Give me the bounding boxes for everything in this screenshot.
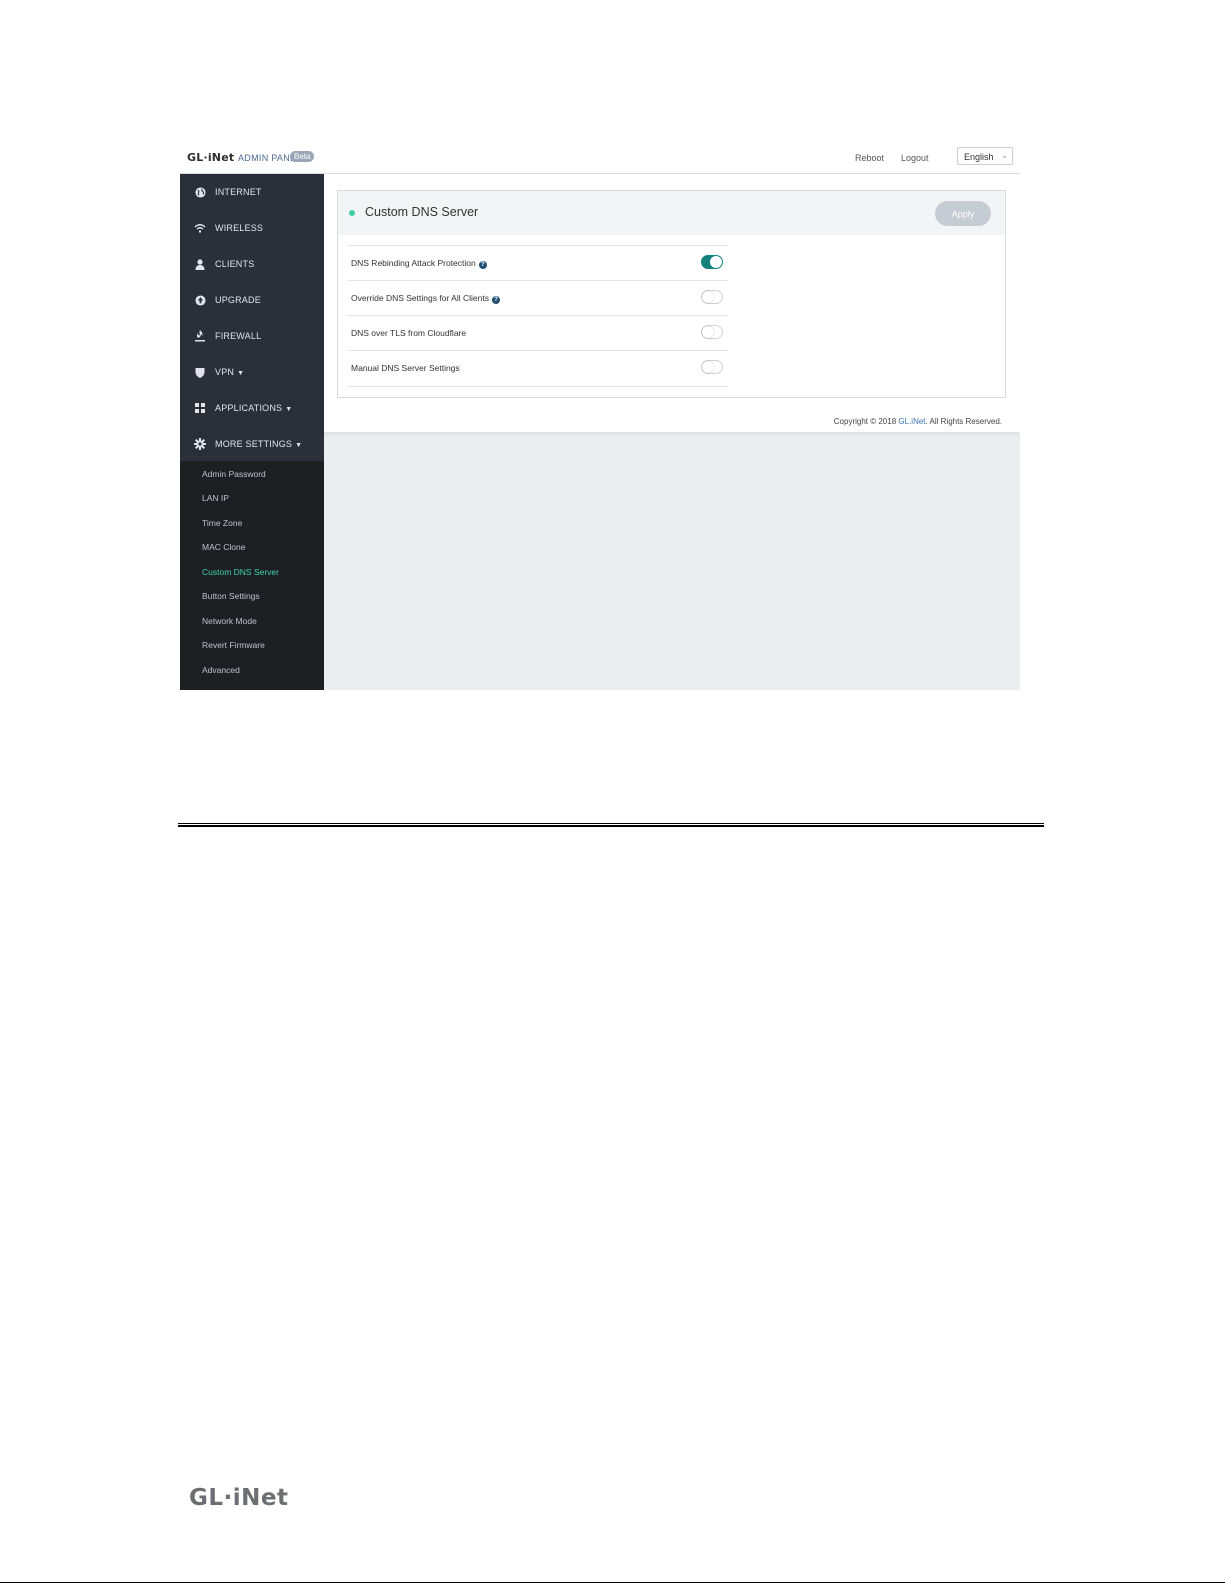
status-dot — [349, 210, 355, 216]
sidebar-item-label: APPLICATIONS ▼ — [215, 403, 293, 413]
sidebar-item-label: WIRELESS — [215, 223, 264, 233]
caret-down-icon: ▼ — [295, 442, 303, 449]
card-header: Custom DNS Server Apply — [338, 191, 1005, 235]
submenu-time-zone[interactable]: Time Zone — [202, 518, 242, 528]
caret-down-icon: ▼ — [285, 406, 293, 413]
setting-row-manual-dns: Manual DNS Server Settings — [348, 350, 728, 387]
main-content: Custom DNS Server Apply DNS Rebinding At… — [324, 174, 1020, 432]
submenu-revert-firmware[interactable]: Revert Firmware — [202, 640, 265, 650]
override-dns-toggle[interactable] — [701, 290, 723, 304]
dns-rebinding-toggle[interactable] — [701, 255, 723, 269]
submenu-network-mode[interactable]: Network Mode — [202, 616, 257, 626]
sidebar-item-vpn[interactable]: VPN ▼ — [180, 354, 324, 390]
manual-dns-toggle[interactable] — [701, 360, 723, 374]
copyright: Copyright © 2018 GL.iNet. All Rights Res… — [833, 417, 1002, 426]
setting-row-dns-over-tls: DNS over TLS from Cloudflare — [348, 315, 728, 351]
grid-icon — [193, 401, 207, 415]
footer-logo-text: GL·iNet — [189, 1485, 289, 1511]
shield-icon — [193, 365, 207, 379]
language-value: English — [964, 152, 994, 162]
brand-text: GL·iNet — [187, 151, 235, 164]
sidebar-item-label: FIREWALL — [215, 331, 262, 341]
dns-over-tls-toggle[interactable] — [701, 325, 723, 339]
card-title: Custom DNS Server — [365, 205, 479, 219]
top-bar: GL·iNet ADMIN PANEL Beta Reboot Logout E… — [180, 144, 1020, 174]
toggle-knob — [702, 291, 714, 303]
gear-icon — [193, 437, 207, 451]
submenu-lan-ip[interactable]: LAN IP — [202, 493, 229, 503]
language-select[interactable]: English ⌄ — [957, 147, 1013, 165]
setting-label: DNS Rebinding Attack Protection? — [351, 258, 487, 269]
sidebar-item-wireless[interactable]: WIRELESS — [180, 210, 324, 246]
toggle-knob — [710, 256, 722, 268]
upgrade-icon — [193, 293, 207, 307]
setting-row-override-dns: Override DNS Settings for All Clients? — [348, 280, 728, 316]
sidebar-item-applications[interactable]: APPLICATIONS ▼ — [180, 390, 324, 426]
caret-down-icon: ▼ — [237, 370, 245, 377]
sidebar-item-label: MORE SETTINGS ▼ — [215, 439, 303, 449]
sidebar-item-more-settings[interactable]: MORE SETTINGS ▼ — [180, 426, 324, 462]
sidebar-item-internet[interactable]: INTERNET — [180, 174, 324, 210]
sidebar-item-label: UPGRADE — [215, 295, 261, 305]
document-divider — [178, 823, 1044, 827]
submenu-button-settings[interactable]: Button Settings — [202, 591, 260, 601]
sidebar: INTERNET WIRELESS CLIENTS UPGRADE FIREWA… — [180, 174, 324, 690]
globe-icon — [193, 185, 207, 199]
fire-icon — [193, 329, 207, 343]
setting-label: Manual DNS Server Settings — [351, 363, 460, 373]
logout-link[interactable]: Logout — [901, 153, 929, 163]
submenu-admin-password[interactable]: Admin Password — [202, 469, 266, 479]
sidebar-item-label: VPN ▼ — [215, 367, 245, 377]
brand-logo[interactable]: GL·iNet — [187, 151, 234, 164]
copyright-brand-link[interactable]: GL.iNet — [898, 417, 925, 426]
page-footer-logo: GL·iNet — [189, 1485, 289, 1511]
reboot-link[interactable]: Reboot — [855, 153, 884, 163]
more-settings-submenu: Admin Password LAN IP Time Zone MAC Clon… — [180, 461, 324, 690]
page-bottom-line — [0, 1582, 1225, 1583]
custom-dns-card: Custom DNS Server Apply DNS Rebinding At… — [337, 190, 1006, 398]
setting-row-dns-rebinding: DNS Rebinding Attack Protection? — [348, 245, 728, 281]
chevron-down-icon: ⌄ — [1001, 151, 1008, 160]
sidebar-item-upgrade[interactable]: UPGRADE — [180, 282, 324, 318]
wifi-icon — [193, 221, 207, 235]
toggle-knob — [702, 361, 714, 373]
sidebar-item-label: CLIENTS — [215, 259, 255, 269]
help-icon[interactable]: ? — [491, 296, 500, 304]
admin-panel-screenshot: GL·iNet ADMIN PANEL Beta Reboot Logout E… — [180, 144, 1020, 690]
setting-label: DNS over TLS from Cloudflare — [351, 328, 467, 338]
sidebar-item-firewall[interactable]: FIREWALL — [180, 318, 324, 354]
submenu-custom-dns-server[interactable]: Custom DNS Server — [202, 567, 279, 577]
beta-badge: Beta — [290, 151, 315, 162]
submenu-advanced[interactable]: Advanced — [202, 665, 240, 675]
apply-button[interactable]: Apply — [935, 201, 991, 226]
help-icon[interactable]: ? — [478, 261, 487, 269]
submenu-mac-clone[interactable]: MAC Clone — [202, 542, 245, 552]
sidebar-item-label: INTERNET — [215, 187, 262, 197]
user-icon — [193, 257, 207, 271]
toggle-knob — [702, 326, 714, 338]
sidebar-item-clients[interactable]: CLIENTS — [180, 246, 324, 282]
setting-label: Override DNS Settings for All Clients? — [351, 293, 500, 304]
